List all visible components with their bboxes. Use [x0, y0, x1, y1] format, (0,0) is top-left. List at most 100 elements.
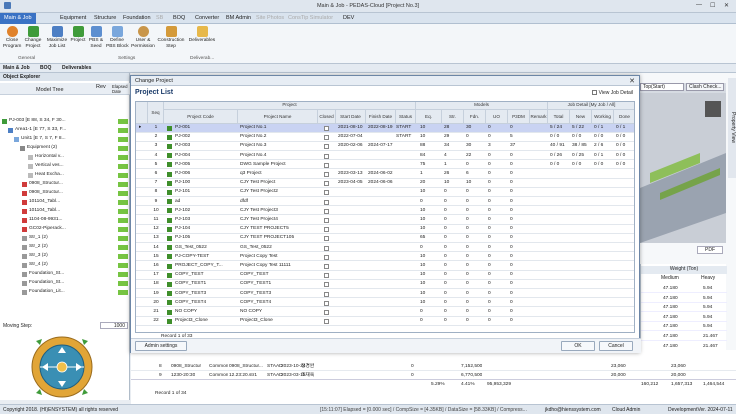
- closed-checkbox[interactable]: [324, 227, 329, 233]
- closed-checkbox[interactable]: [324, 126, 329, 131]
- project-row[interactable]: 7 PJ-100 CJY Test Project 2023-04-05 2024-06…: [136, 179, 634, 188]
- define-pbs-block-button[interactable]: Define PBS Block: [106, 26, 129, 49]
- closed-checkbox[interactable]: [324, 319, 329, 325]
- menu-main-job[interactable]: Main & Job: [0, 13, 36, 24]
- tree-node[interactable]: Heat Excha...: [0, 171, 130, 179]
- project-row[interactable]: 15 PJ-COPY-TEST Project Copy Test 10 0 0 0 0: [136, 253, 634, 262]
- closed-checkbox[interactable]: [324, 236, 329, 242]
- menu-boq[interactable]: BOQ: [173, 15, 185, 21]
- clash-check-button[interactable]: Clash Check...: [686, 83, 724, 91]
- maximize-job-list-button[interactable]: Maximize Job List: [45, 26, 69, 49]
- tree-node[interactable]: Equipment (2): [0, 144, 130, 152]
- admin-settings-button[interactable]: Admin settings: [135, 341, 187, 351]
- tree-node[interactable]: Horizontal v...: [0, 153, 130, 161]
- closed-checkbox[interactable]: [324, 181, 329, 187]
- project-row[interactable]: ▸ 1 PJ-001 Project No.1 2021-08-10 2022-08-19…: [136, 124, 634, 133]
- table-row[interactable]: 8 0908_Structur Common 0908_Structur... STAA…: [131, 362, 736, 371]
- project-row[interactable]: 6 PJ-006 q3 Project 2023-03-13 2024-06-02 1 26…: [136, 170, 634, 179]
- menu-bm-admin[interactable]: BM Admin: [226, 15, 251, 21]
- col-total[interactable]: Total: [548, 110, 570, 124]
- project-row[interactable]: 9 ad dfdf 0 0 0 0 0: [136, 198, 634, 207]
- project-row[interactable]: 8 PJ-101 CJY Test Project2 10 0 0 0 0: [136, 188, 634, 197]
- closed-checkbox[interactable]: [324, 245, 329, 251]
- project-row[interactable]: 14 GS_Test_0522 GS_Test_0522 0 0 0 0 0: [136, 244, 634, 253]
- col-new[interactable]: New: [570, 110, 592, 124]
- 3d-viewport[interactable]: Top(Start) Clash Check...: [640, 83, 726, 243]
- closed-checkbox[interactable]: [324, 264, 329, 269]
- tree-node[interactable]: Foundation_Lit...: [0, 288, 130, 296]
- col-uo[interactable]: UO: [486, 110, 508, 124]
- navigation-pad[interactable]: [6, 335, 118, 399]
- tree-node[interactable]: Str_2 (2): [0, 243, 130, 251]
- col-finish-date[interactable]: Finish Date: [366, 110, 396, 124]
- col-str-[interactable]: Str.: [442, 110, 464, 124]
- project-row[interactable]: 18 COPY_TEST1 COPY_TEST1 10 0 0 0 0: [136, 280, 634, 289]
- menu-dev[interactable]: DEV: [343, 15, 354, 21]
- tree-node[interactable]: Unit1 [E 7, S 7, F 8...: [0, 135, 130, 143]
- tab-boq[interactable]: BOQ: [40, 65, 51, 71]
- tree-node[interactable]: Foundation_St...: [0, 279, 130, 287]
- tree-node[interactable]: 101104_Tabl...: [0, 198, 130, 206]
- closed-checkbox[interactable]: [324, 254, 329, 260]
- pdf-button[interactable]: PDF: [697, 246, 723, 254]
- project-row[interactable]: 21 NO COPY NO COPY 0 0 0 0 0: [136, 308, 634, 317]
- closed-checkbox[interactable]: [324, 172, 329, 177]
- project-row[interactable]: 19 COPY_TEST3 COPY_TEST3 10 0 0 0 0: [136, 290, 634, 299]
- project-button[interactable]: Project: [70, 26, 86, 44]
- dialog-close-icon[interactable]: ✕: [629, 77, 635, 85]
- tree-node[interactable]: 0908_Structur...: [0, 189, 130, 197]
- menu-sb[interactable]: SB: [156, 15, 163, 21]
- col-working[interactable]: Working: [592, 110, 614, 124]
- maximize-button[interactable]: ☐: [710, 2, 715, 9]
- close-button[interactable]: ✕: [724, 2, 729, 9]
- menu-foundation[interactable]: Foundation: [123, 15, 151, 21]
- closed-checkbox[interactable]: [324, 135, 329, 141]
- change-project-button[interactable]: Change Project: [23, 26, 43, 49]
- col-closed[interactable]: Closed: [318, 110, 336, 124]
- tab-main-job[interactable]: Main & Job: [3, 65, 30, 71]
- user-permission-button[interactable]: User & Permission: [130, 26, 156, 49]
- closed-checkbox[interactable]: [324, 199, 329, 205]
- project-row[interactable]: 2 PJ-002 Project No.2 2022-07-04 START 10 29 0 0…: [136, 133, 634, 142]
- closed-checkbox[interactable]: [324, 153, 329, 159]
- project-row[interactable]: 16 PROJECT_COPY_T... Project Copy Test 111…: [136, 262, 634, 271]
- project-row[interactable]: 13 PJ-105 CJY TEST PROJECT105 65 0 0 0 0: [136, 234, 634, 243]
- tab-deliverables[interactable]: Deliverables: [62, 65, 91, 71]
- view-job-detail-checkbox[interactable]: View Job Detail: [591, 90, 633, 96]
- closed-checkbox[interactable]: [324, 190, 329, 196]
- col-project-name[interactable]: Project Name: [238, 110, 318, 124]
- menu-converter[interactable]: Converter: [195, 15, 219, 21]
- project-row[interactable]: 17 COPY_TEST COPY_TEST 10 0 0 0 0: [136, 271, 634, 280]
- ok-button[interactable]: OK: [561, 341, 595, 351]
- tree-node[interactable]: Str_4 (2): [0, 261, 130, 269]
- view-dropdown[interactable]: Top(Start): [640, 83, 684, 91]
- moving-step-input[interactable]: 1000: [100, 322, 128, 329]
- menu-structure[interactable]: Structure: [94, 15, 116, 21]
- tree-node[interactable]: Area1-1 [E 77, S 33, F...: [0, 126, 130, 134]
- col-status[interactable]: Status: [396, 110, 416, 124]
- closed-checkbox[interactable]: [324, 273, 329, 279]
- closed-checkbox[interactable]: [324, 300, 329, 306]
- project-row[interactable]: 22 Project3_Clone Project3_Clone 0 0 0 0 0: [136, 317, 634, 326]
- project-row[interactable]: 4 PJ-004 Project No.4 84 4 22 0 0 0 / 26 0 / 25 0 …: [136, 152, 634, 161]
- minimize-button[interactable]: —: [696, 2, 702, 8]
- closed-checkbox[interactable]: [324, 291, 329, 297]
- tree-node[interactable]: PJ-003 [E 88, S 34, F 30...: [0, 117, 130, 125]
- tree-node[interactable]: 101104_Tabl...: [0, 207, 130, 215]
- deliverables-button[interactable]: Deliverables: [188, 26, 216, 44]
- property-view-tab[interactable]: Property View: [728, 78, 736, 178]
- project-row[interactable]: 11 PJ-103 CJY Test Project4 10 0 0 0 0: [136, 216, 634, 225]
- tree-node[interactable]: Str_3 (2): [0, 252, 130, 260]
- close-program-button[interactable]: Close Program: [3, 26, 21, 49]
- menu-site-photos[interactable]: Site Photos: [256, 15, 284, 21]
- project-row[interactable]: 3 PJ-003 Project No.3 2020-02-06 2024-07-17 8…: [136, 142, 634, 151]
- closed-checkbox[interactable]: [324, 162, 329, 168]
- col-start-date[interactable]: Start Date: [336, 110, 366, 124]
- pbs-seed-button[interactable]: PBS & Seed: [87, 26, 105, 49]
- col-project-code[interactable]: Project Code: [164, 110, 238, 124]
- col-eq-[interactable]: Eq.: [416, 110, 442, 124]
- closed-checkbox[interactable]: [324, 144, 329, 150]
- tree-node[interactable]: Str_1 (2): [0, 234, 130, 242]
- col-remark[interactable]: Remark: [530, 110, 548, 124]
- menu-equipment[interactable]: Equipment: [60, 15, 86, 21]
